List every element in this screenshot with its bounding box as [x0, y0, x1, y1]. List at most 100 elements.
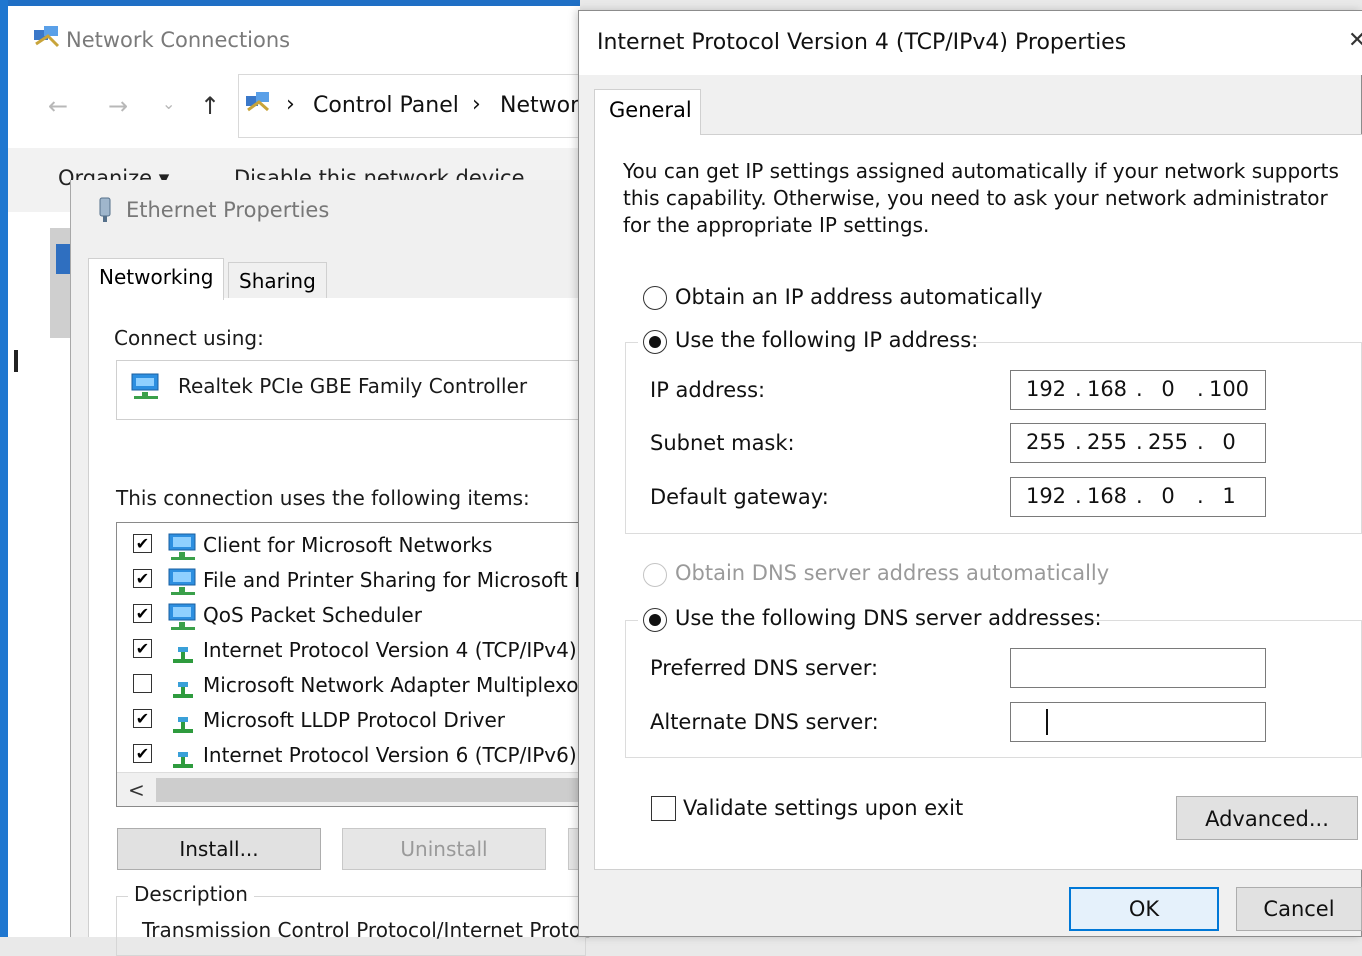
obtain-ip-auto-label[interactable]: Obtain an IP address automatically	[675, 285, 1043, 309]
item-label: Internet Protocol Version 6 (TCP/IPv6)	[203, 743, 577, 767]
ip-address-label: IP address:	[650, 378, 766, 402]
tab-sharing[interactable]: Sharing	[228, 262, 327, 298]
network-service-icon	[167, 567, 199, 597]
ip-octet[interactable]: 255	[1142, 430, 1194, 454]
tab-networking[interactable]: Networking	[88, 258, 225, 300]
list-item[interactable]: Microsoft Network Adapter Multiplexor	[117, 670, 585, 704]
ip-separator-dot: .	[1075, 484, 1082, 508]
divider	[14, 350, 18, 372]
ip-octet[interactable]: 1	[1203, 484, 1255, 508]
ip-separator-dot: .	[1075, 430, 1082, 454]
protocol-icon	[167, 637, 199, 667]
breadcrumb-network[interactable]: Networ	[500, 93, 579, 118]
item-checkbox[interactable]: ✔	[133, 534, 152, 553]
ip-octet[interactable]: 100	[1203, 377, 1255, 401]
validate-checkbox[interactable]	[651, 796, 676, 821]
protocol-icon	[167, 707, 199, 737]
network-adapter-icon	[130, 370, 164, 402]
network-adapter-icon	[56, 244, 70, 274]
scrollbar-thumb[interactable]	[156, 778, 586, 802]
uninstall-button[interactable]: Uninstall	[342, 828, 546, 870]
ip-octet[interactable]: 192	[1020, 377, 1072, 401]
ip-separator-dot: .	[1197, 430, 1204, 454]
ip-separator-dot: .	[1136, 484, 1143, 508]
ip-octet[interactable]: 0	[1142, 484, 1194, 508]
use-following-dns-label[interactable]: Use the following DNS server addresses:	[675, 606, 1102, 630]
forward-arrow-icon[interactable]: →	[108, 92, 128, 120]
close-icon[interactable]: ✕	[1348, 28, 1362, 53]
list-item[interactable]: ✔ Microsoft LLDP Protocol Driver	[117, 705, 585, 739]
obtain-ip-auto-radio[interactable]	[643, 286, 667, 310]
item-label: QoS Packet Scheduler	[203, 603, 422, 627]
ip-separator-dot: .	[1136, 430, 1143, 454]
cancel-button[interactable]: Cancel	[1236, 887, 1362, 931]
item-checkbox[interactable]: ✔	[133, 569, 152, 588]
breadcrumb-separator-icon: ›	[286, 92, 295, 117]
ip-octet[interactable]: 0	[1203, 430, 1255, 454]
scroll-left-icon[interactable]: <	[128, 778, 145, 802]
recent-chevron-down-icon[interactable]: ⌄	[162, 94, 175, 113]
list-item[interactable]: ✔ Internet Protocol Version 4 (TCP/IPv4)	[117, 635, 585, 669]
protocol-icon	[167, 672, 199, 702]
preferred-dns-field[interactable]	[1010, 648, 1266, 688]
ip-octet[interactable]: 168	[1081, 484, 1133, 508]
ip-octet[interactable]: 192	[1020, 484, 1072, 508]
ip-octet[interactable]: 168	[1081, 377, 1133, 401]
use-following-dns-radio[interactable]	[643, 608, 667, 632]
network-service-icon	[167, 602, 199, 632]
adapter-name: Realtek PCIe GBE Family Controller	[178, 374, 528, 398]
item-checkbox[interactable]: ✔	[133, 639, 152, 658]
preferred-dns-label: Preferred DNS server:	[650, 656, 879, 680]
obtain-dns-auto-radio[interactable]	[643, 563, 667, 587]
items-label: This connection uses the following items…	[116, 486, 530, 510]
description-text: Transmission Control Protocol/Internet P…	[142, 918, 593, 942]
up-arrow-icon[interactable]: ↑	[200, 92, 220, 120]
item-label: Microsoft LLDP Protocol Driver	[203, 708, 505, 732]
default-gateway-label: Default gateway:	[650, 485, 829, 509]
item-checkbox[interactable]: ✔	[133, 709, 152, 728]
obtain-dns-auto-label[interactable]: Obtain DNS server address automatically	[675, 561, 1109, 585]
ip-octet[interactable]: 255	[1020, 430, 1072, 454]
alternate-dns-field[interactable]	[1010, 702, 1266, 742]
item-label: Microsoft Network Adapter Multiplexor	[203, 673, 585, 697]
network-connections-icon	[32, 24, 62, 50]
list-item[interactable]: ✔ Internet Protocol Version 6 (TCP/IPv6)	[117, 740, 585, 774]
use-following-ip-label[interactable]: Use the following IP address:	[675, 328, 978, 352]
use-following-ip-radio[interactable]	[643, 330, 667, 354]
ip-separator-dot: .	[1197, 377, 1204, 401]
item-checkbox[interactable]	[133, 674, 152, 693]
item-label: Client for Microsoft Networks	[203, 533, 493, 557]
list-item[interactable]: ✔ QoS Packet Scheduler	[117, 600, 585, 634]
item-label: File and Printer Sharing for Microsoft N…	[203, 568, 585, 592]
ok-button[interactable]: OK	[1069, 887, 1219, 931]
back-arrow-icon[interactable]: ←	[48, 92, 68, 120]
item-checkbox[interactable]: ✔	[133, 604, 152, 623]
text-cursor	[1046, 709, 1048, 735]
window-title: Network Connections	[66, 28, 291, 52]
item-checkbox[interactable]: ✔	[133, 744, 152, 763]
description-label: Description	[128, 882, 254, 906]
intro-text: You can get IP settings assigned automat…	[623, 159, 1339, 237]
alternate-dns-label: Alternate DNS server:	[650, 710, 879, 734]
validate-label[interactable]: Validate settings upon exit	[683, 796, 963, 820]
ip-separator-dot: .	[1197, 484, 1204, 508]
ip-separator-dot: .	[1136, 377, 1143, 401]
advanced-button[interactable]: Advanced...	[1176, 796, 1358, 840]
ip-separator-dot: .	[1075, 377, 1082, 401]
connect-using-label: Connect using:	[114, 326, 264, 350]
dialog-title: Internet Protocol Version 4 (TCP/IPv4) P…	[597, 30, 1127, 55]
dialog-title: Ethernet Properties	[126, 198, 330, 222]
control-panel-icon	[244, 90, 272, 116]
tab-general[interactable]: General	[594, 89, 701, 135]
item-label: Internet Protocol Version 4 (TCP/IPv4)	[203, 638, 577, 662]
install-button[interactable]: Install...	[117, 828, 321, 870]
network-client-icon	[167, 532, 199, 562]
breadcrumb-control-panel[interactable]: Control Panel	[313, 93, 459, 118]
subnet-mask-label: Subnet mask:	[650, 431, 795, 455]
ethernet-icon	[94, 196, 116, 224]
list-item[interactable]: ✔ Client for Microsoft Networks	[117, 530, 585, 564]
ip-octet[interactable]: 255	[1081, 430, 1133, 454]
ip-octet[interactable]: 0	[1142, 377, 1194, 401]
breadcrumb-separator-icon: ›	[472, 92, 481, 117]
list-item[interactable]: ✔ File and Printer Sharing for Microsoft …	[117, 565, 585, 599]
